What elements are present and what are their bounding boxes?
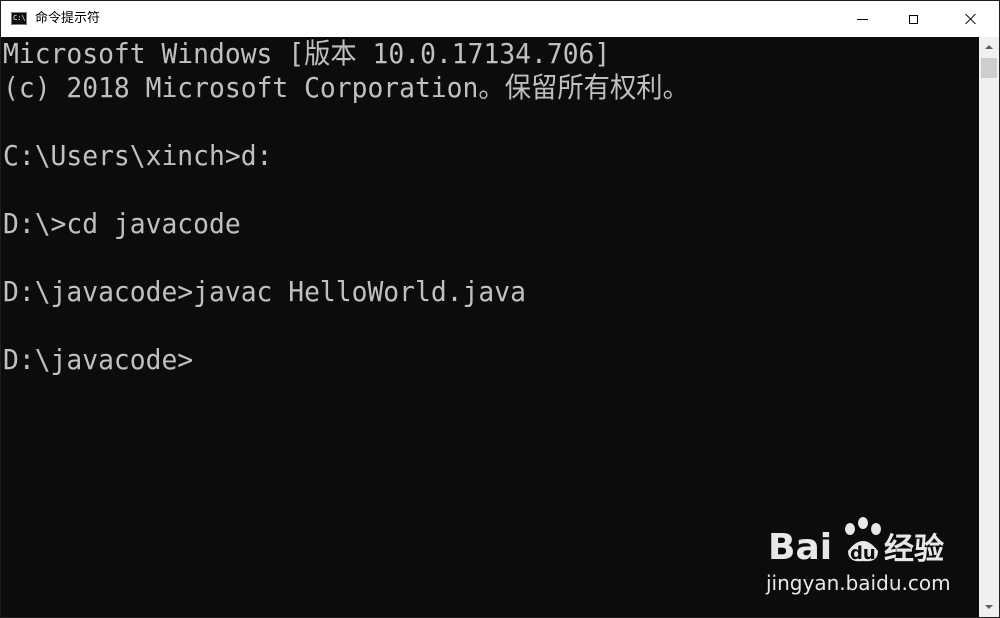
minimize-icon bbox=[856, 18, 868, 20]
baidu-logo: Bai du 经验 bbox=[768, 517, 944, 568]
maximize-icon bbox=[908, 14, 918, 24]
vertical-scrollbar[interactable] bbox=[979, 37, 999, 617]
console-line: D:\>cd javacode bbox=[3, 207, 241, 240]
minimize-button[interactable] bbox=[839, 1, 885, 37]
jingyan-cn-text: 经验 bbox=[884, 532, 944, 567]
console-line: (c) 2018 Microsoft Corporation。保留所有权利。 bbox=[3, 71, 689, 104]
scroll-down-button[interactable] bbox=[979, 597, 999, 617]
command-prompt-window: C:\ 命令提示符 Microsoft Windows [版本 10.0.171… bbox=[0, 0, 1000, 618]
close-icon bbox=[965, 13, 977, 25]
console-prompt-line[interactable]: D:\javacode> bbox=[3, 343, 193, 377]
command-prompt-icon: C:\ bbox=[11, 12, 27, 25]
scroll-thumb[interactable] bbox=[981, 58, 997, 78]
baidu-jingyan-watermark: Bai du 经验 jingyan.baidu.com bbox=[766, 509, 956, 599]
scroll-up-button[interactable] bbox=[979, 37, 999, 57]
maximize-button[interactable] bbox=[890, 1, 936, 37]
chevron-up-icon bbox=[985, 45, 993, 49]
console-line: Microsoft Windows [版本 10.0.17134.706] bbox=[3, 37, 611, 70]
window-title: 命令提示符 bbox=[35, 11, 101, 26]
baidu-logo-text: Bai bbox=[768, 527, 832, 568]
console-line: C:\Users\xinch>d: bbox=[3, 139, 273, 172]
close-button[interactable] bbox=[948, 1, 994, 37]
console-line: D:\javacode>javac HelloWorld.java bbox=[3, 275, 526, 308]
title-bar[interactable]: C:\ 命令提示符 bbox=[1, 1, 999, 37]
baidu-du-text: du bbox=[850, 543, 876, 564]
watermark-url: jingyan.baidu.com bbox=[766, 571, 951, 595]
chevron-down-icon bbox=[985, 605, 993, 609]
